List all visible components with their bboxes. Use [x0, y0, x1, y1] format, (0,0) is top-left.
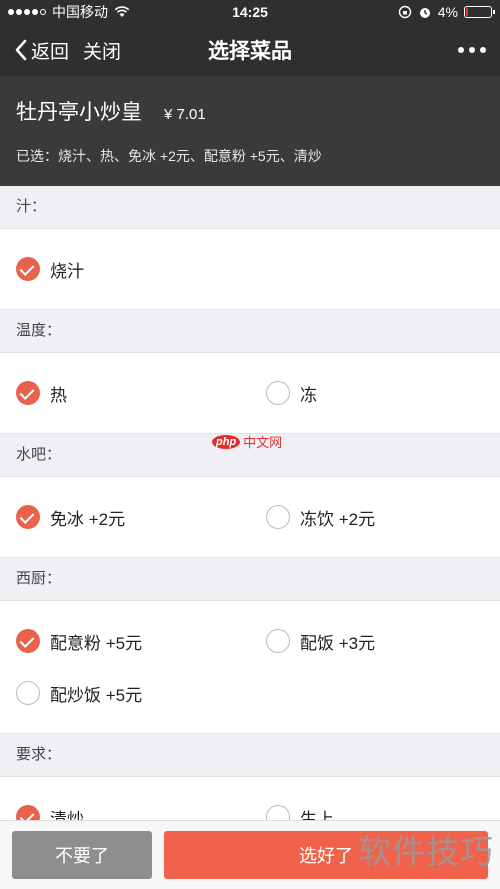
cancel-button[interactable]: 不要了	[12, 831, 152, 879]
option-group: 烧汁	[0, 228, 500, 310]
battery-percent: 4%	[437, 4, 458, 20]
option-label: 配饭 +3元	[300, 633, 376, 653]
option-group: 免冰 +2元 冻饮 +2元	[0, 476, 500, 558]
option-item[interactable]: 烧汁	[0, 243, 250, 295]
corner-watermark: 软件技巧	[358, 833, 494, 870]
php-watermark-text: 中文网	[243, 435, 283, 450]
section-title: 温度：	[0, 310, 500, 352]
option-group: 热冻	[0, 352, 500, 434]
back-label: 返回	[31, 41, 70, 63]
dish-name: 牡丹亭小炒皇	[16, 101, 142, 124]
dish-price: ¥ 7.01	[164, 106, 206, 123]
signal-strength-icon	[8, 9, 46, 15]
chevron-left-icon	[15, 39, 27, 61]
option-label: 免冰 +2元	[50, 509, 126, 529]
nav-bar: 返回 关闭 选择菜品	[0, 24, 500, 76]
checked-circle-icon[interactable]	[16, 629, 40, 653]
option-item[interactable]: 免冰 +2元	[0, 491, 250, 543]
status-bar: 中国移动 14:25 4%	[0, 0, 500, 24]
option-item[interactable]: 热	[0, 367, 250, 419]
option-sections: 汁： 烧汁 温度：热冻水吧： 免冰 +2元 冻饮 +2元 西厨： 配意粉 +5元 配饭 +3元…	[0, 186, 500, 858]
option-item[interactable]: 配饭 +3元	[250, 615, 500, 667]
option-label: 烧汁	[50, 261, 84, 281]
option-item[interactable]: 配意粉 +5元	[0, 615, 250, 667]
section-title: 西厨：	[0, 558, 500, 600]
unchecked-circle-icon[interactable]	[16, 681, 40, 705]
page-title: 选择菜品	[208, 40, 292, 63]
close-button[interactable]: 关闭	[83, 37, 121, 64]
option-label: 冻饮 +2元	[300, 509, 376, 529]
option-group: 配意粉 +5元 配饭 +3元配炒饭 +5元	[0, 600, 500, 734]
checked-circle-icon[interactable]	[16, 505, 40, 529]
option-label: 冻	[300, 385, 317, 405]
more-icon[interactable]	[458, 47, 486, 53]
unchecked-circle-icon[interactable]	[266, 505, 290, 529]
battery-icon	[464, 6, 495, 18]
section-title: 要求：	[0, 734, 500, 776]
option-label: 配炒饭 +5元	[50, 685, 143, 705]
back-button[interactable]: 返回	[14, 37, 69, 64]
wifi-icon	[114, 6, 130, 17]
unchecked-circle-icon[interactable]	[266, 629, 290, 653]
checked-circle-icon[interactable]	[16, 257, 40, 281]
section-title: 汁：	[0, 186, 500, 228]
checked-circle-icon[interactable]	[16, 381, 40, 405]
option-label: 热	[50, 385, 67, 405]
orientation-lock-icon	[398, 5, 411, 19]
selected-summary: 已选：烧汁、热、免冰 +2元、配意粉 +5元、清炒	[16, 148, 322, 164]
option-item[interactable]: 冻	[250, 367, 500, 419]
option-label: 配意粉 +5元	[50, 633, 143, 653]
unchecked-circle-icon[interactable]	[266, 381, 290, 405]
option-item[interactable]: 冻饮 +2元	[250, 491, 500, 543]
alarm-icon	[419, 8, 430, 18]
php-watermark: php 中文网	[212, 432, 282, 451]
dish-header: 牡丹亭小炒皇 ¥ 7.01 已选：烧汁、热、免冰 +2元、配意粉 +5元、清炒	[0, 76, 500, 186]
carrier-name: 中国移动	[52, 4, 108, 20]
php-logo: php	[212, 434, 241, 449]
option-item[interactable]: 配炒饭 +5元	[0, 667, 250, 719]
